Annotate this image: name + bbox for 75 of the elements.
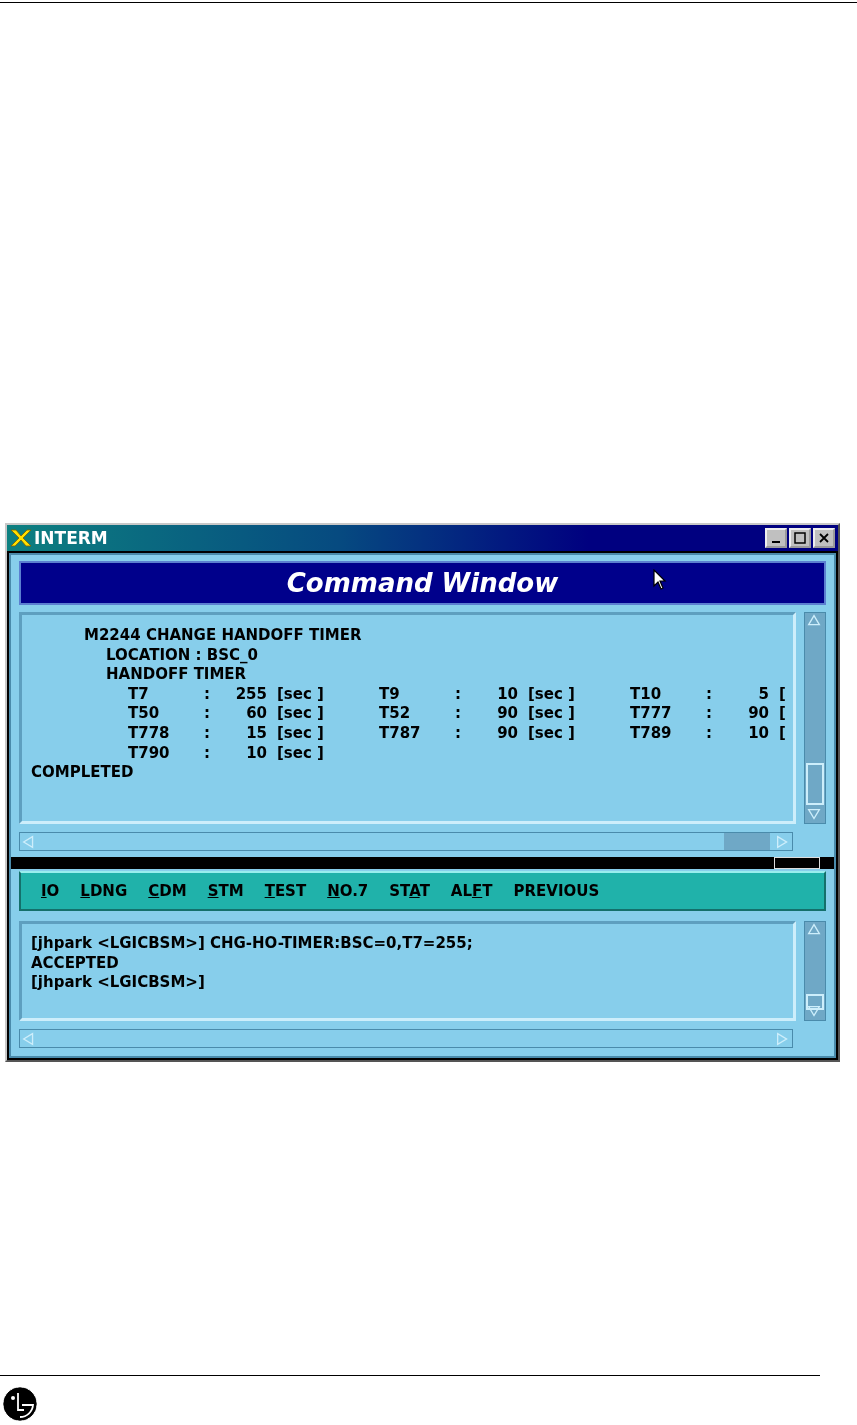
timer-name: T7 <box>128 684 150 705</box>
output-line: M2244 CHANGE HANDOFF TIMER <box>83 626 363 646</box>
close-button[interactable] <box>813 528 835 548</box>
timer-value: 10 <box>747 723 769 744</box>
minimize-icon <box>772 541 780 543</box>
colon-text: : <box>204 704 211 724</box>
colon-text: : <box>455 684 462 705</box>
vertical-scrollbar[interactable] <box>804 921 826 1021</box>
timer-name: T789 <box>630 723 673 744</box>
unit-text: [sec ] <box>276 723 325 744</box>
timer-value: 255 <box>234 684 267 705</box>
unit-text: [sec ] <box>527 723 576 744</box>
timer-value: 10 <box>245 743 267 764</box>
console-line: [jhpark <LGICBSM>] CHG-HO-TIMER:BSC=0,T7=255; <box>31 934 474 954</box>
lg-logo-icon <box>2 1386 38 1422</box>
unit-text: [sec ] <box>276 684 325 705</box>
timer-name: T10 <box>630 684 663 705</box>
unit-text: [sec ] <box>527 684 576 705</box>
timer-name: T52 <box>379 704 412 724</box>
maximize-icon <box>794 532 806 544</box>
timer-value: 5 <box>757 684 769 705</box>
colon-text: : <box>706 704 713 724</box>
menu-item[interactable]: TEST <box>264 882 307 900</box>
output-line: HANDOFF TIMER <box>105 665 248 685</box>
menu-item[interactable]: LDNG <box>80 882 128 900</box>
timer-name: T50 <box>128 704 161 724</box>
unit-text: [sec ] <box>276 704 325 724</box>
console-line: [jhpark <LGICBSM>] <box>31 973 206 993</box>
x-logo-icon <box>10 529 32 547</box>
menu-item[interactable]: CDM <box>148 882 187 900</box>
maximize-button[interactable] <box>789 528 811 548</box>
colon-text: : <box>204 684 211 705</box>
status-text: COMPLETED <box>31 763 135 783</box>
colon-text: : <box>706 684 713 705</box>
timer-value: 10 <box>496 684 518 705</box>
timer-value: 90 <box>496 704 518 724</box>
close-icon <box>818 532 830 544</box>
menu-item[interactable]: STAT <box>389 882 430 900</box>
unit-text: [sec ] <box>527 704 576 724</box>
horizontal-scrollbar[interactable] <box>19 1029 793 1048</box>
colon-text: : <box>455 723 462 744</box>
unit-text: [sec ] <box>276 743 325 764</box>
menu-item[interactable]: STM <box>207 882 244 900</box>
unit-text: [ <box>778 704 787 724</box>
scrollbar-thumb[interactable] <box>806 763 824 805</box>
window-title: INTERM <box>34 528 109 548</box>
timer-name: T787 <box>379 723 422 744</box>
timer-name: T9 <box>379 684 401 705</box>
timer-value: 15 <box>245 723 267 744</box>
scrollbar-thumb[interactable] <box>724 833 770 850</box>
console-line: ACCEPTED <box>31 953 120 974</box>
minimize-button[interactable] <box>765 528 787 548</box>
colon-text: : <box>204 723 211 744</box>
timer-name: T777 <box>630 704 673 724</box>
horizontal-scrollbar[interactable] <box>19 832 793 851</box>
scrollbar-thumb[interactable] <box>806 994 824 1010</box>
mouse-pointer-icon <box>653 569 667 591</box>
colon-text: : <box>706 723 713 744</box>
colon-text: : <box>455 704 462 724</box>
timer-name: T790 <box>128 743 171 764</box>
timer-value: 90 <box>747 704 769 724</box>
unit-text: [ <box>778 723 787 744</box>
vertical-scrollbar[interactable] <box>804 612 826 824</box>
timer-value: 60 <box>245 704 267 724</box>
menu-item[interactable]: PREVIOUS <box>513 882 600 900</box>
output-line: LOCATION : BSC_0 <box>105 645 259 666</box>
menu-item[interactable]: NO.7 <box>327 882 369 900</box>
menu-item[interactable]: ALFT <box>450 882 493 900</box>
unit-text: [ <box>778 684 787 705</box>
colon-text: : <box>204 743 211 764</box>
header-title: Command Window <box>286 568 559 598</box>
menu-item[interactable]: IO <box>41 882 60 900</box>
timer-value: 90 <box>496 723 518 744</box>
pane-splitter-handle[interactable] <box>774 857 820 869</box>
timer-name: T778 <box>128 723 171 744</box>
